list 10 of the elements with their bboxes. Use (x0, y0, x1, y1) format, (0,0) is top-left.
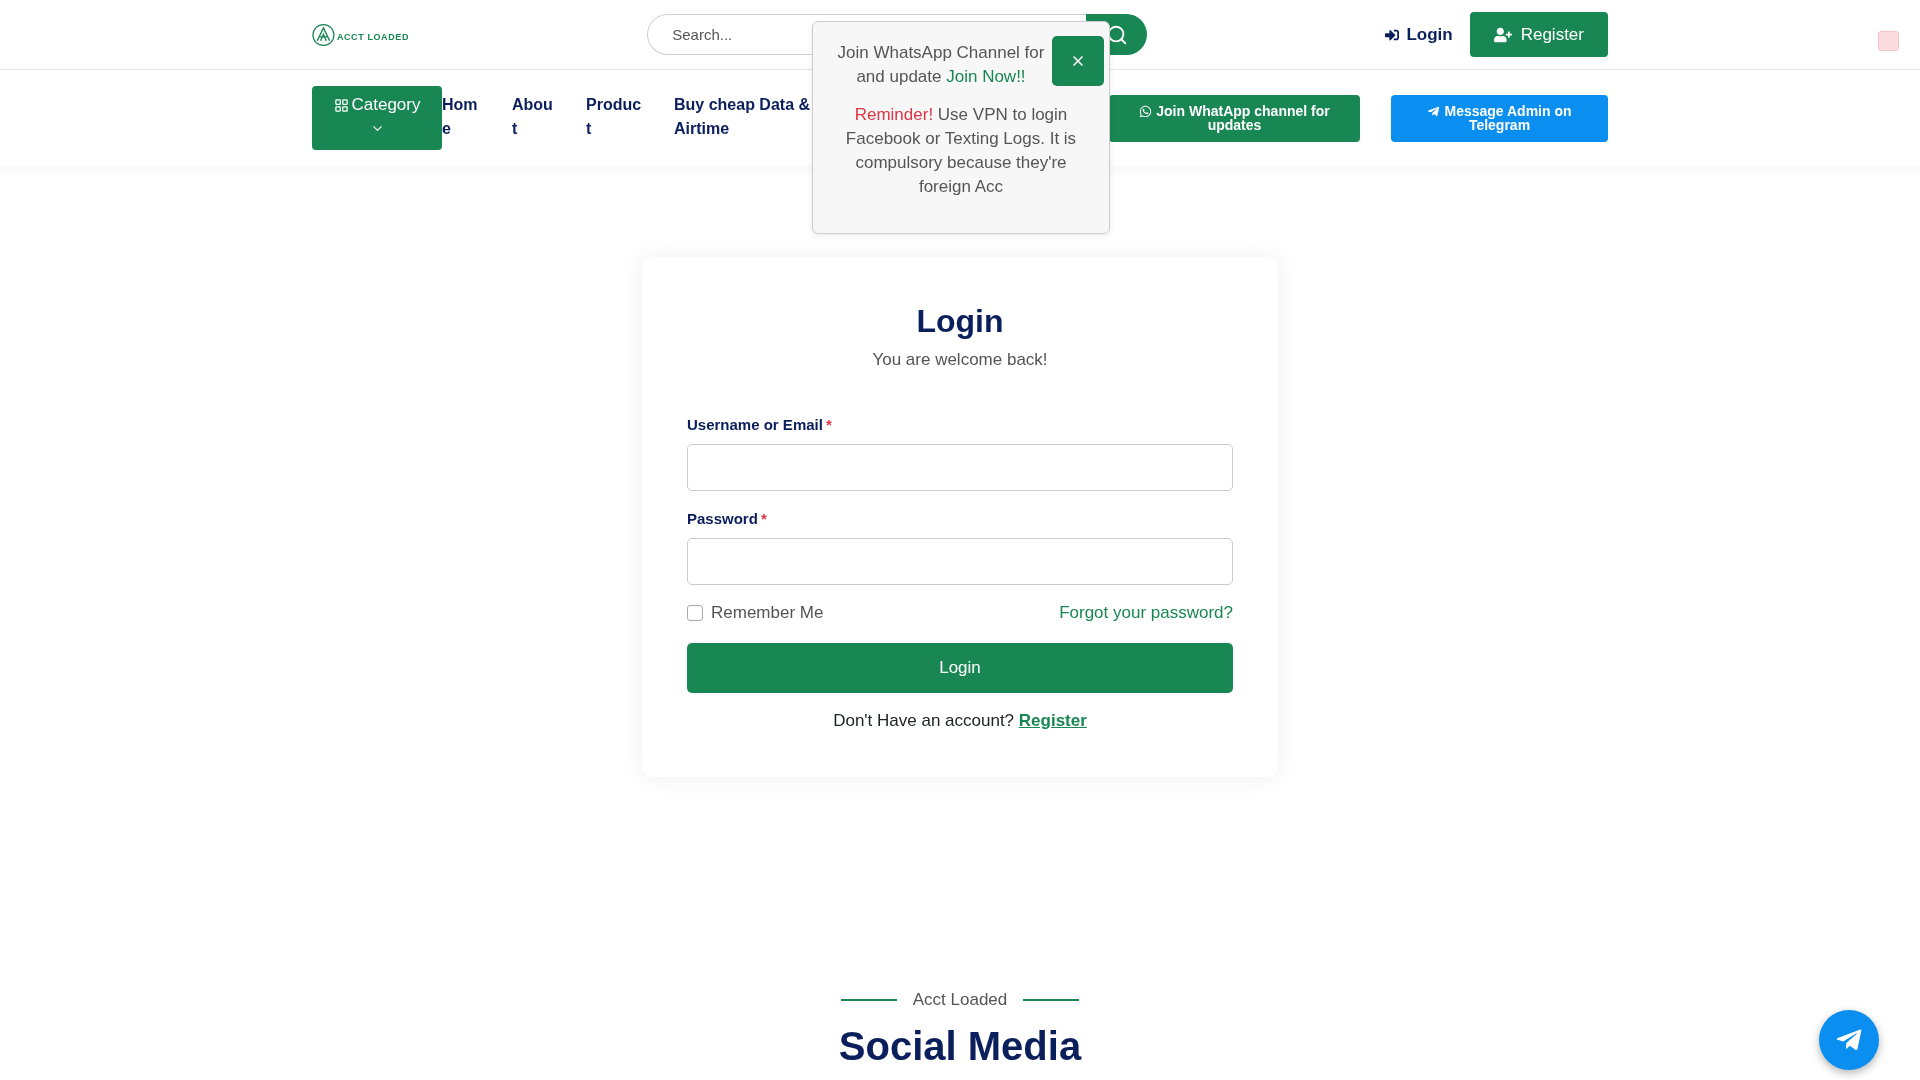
reminder-text: Reminder! Use VPN to login Facebook or Texting Logs. It is compulsory because they're foreign Acc (844, 104, 1078, 198)
section-eyebrow: Acct Loaded (912, 990, 1008, 1010)
field-label: Password * (687, 509, 768, 529)
popup-message: Join WhatsApp Channel for and update Join Now!! (836, 42, 1046, 88)
signup-prompt: Don't Have an account? Register (832, 710, 1088, 732)
section-title: Social Media (838, 1023, 1082, 1069)
field-label: Username or Email * (687, 415, 833, 435)
login-title: Login (915, 302, 1005, 340)
logo-text: ACCT LOADED (336, 31, 409, 42)
login-subtitle: You are welcome back! (871, 349, 1049, 371)
